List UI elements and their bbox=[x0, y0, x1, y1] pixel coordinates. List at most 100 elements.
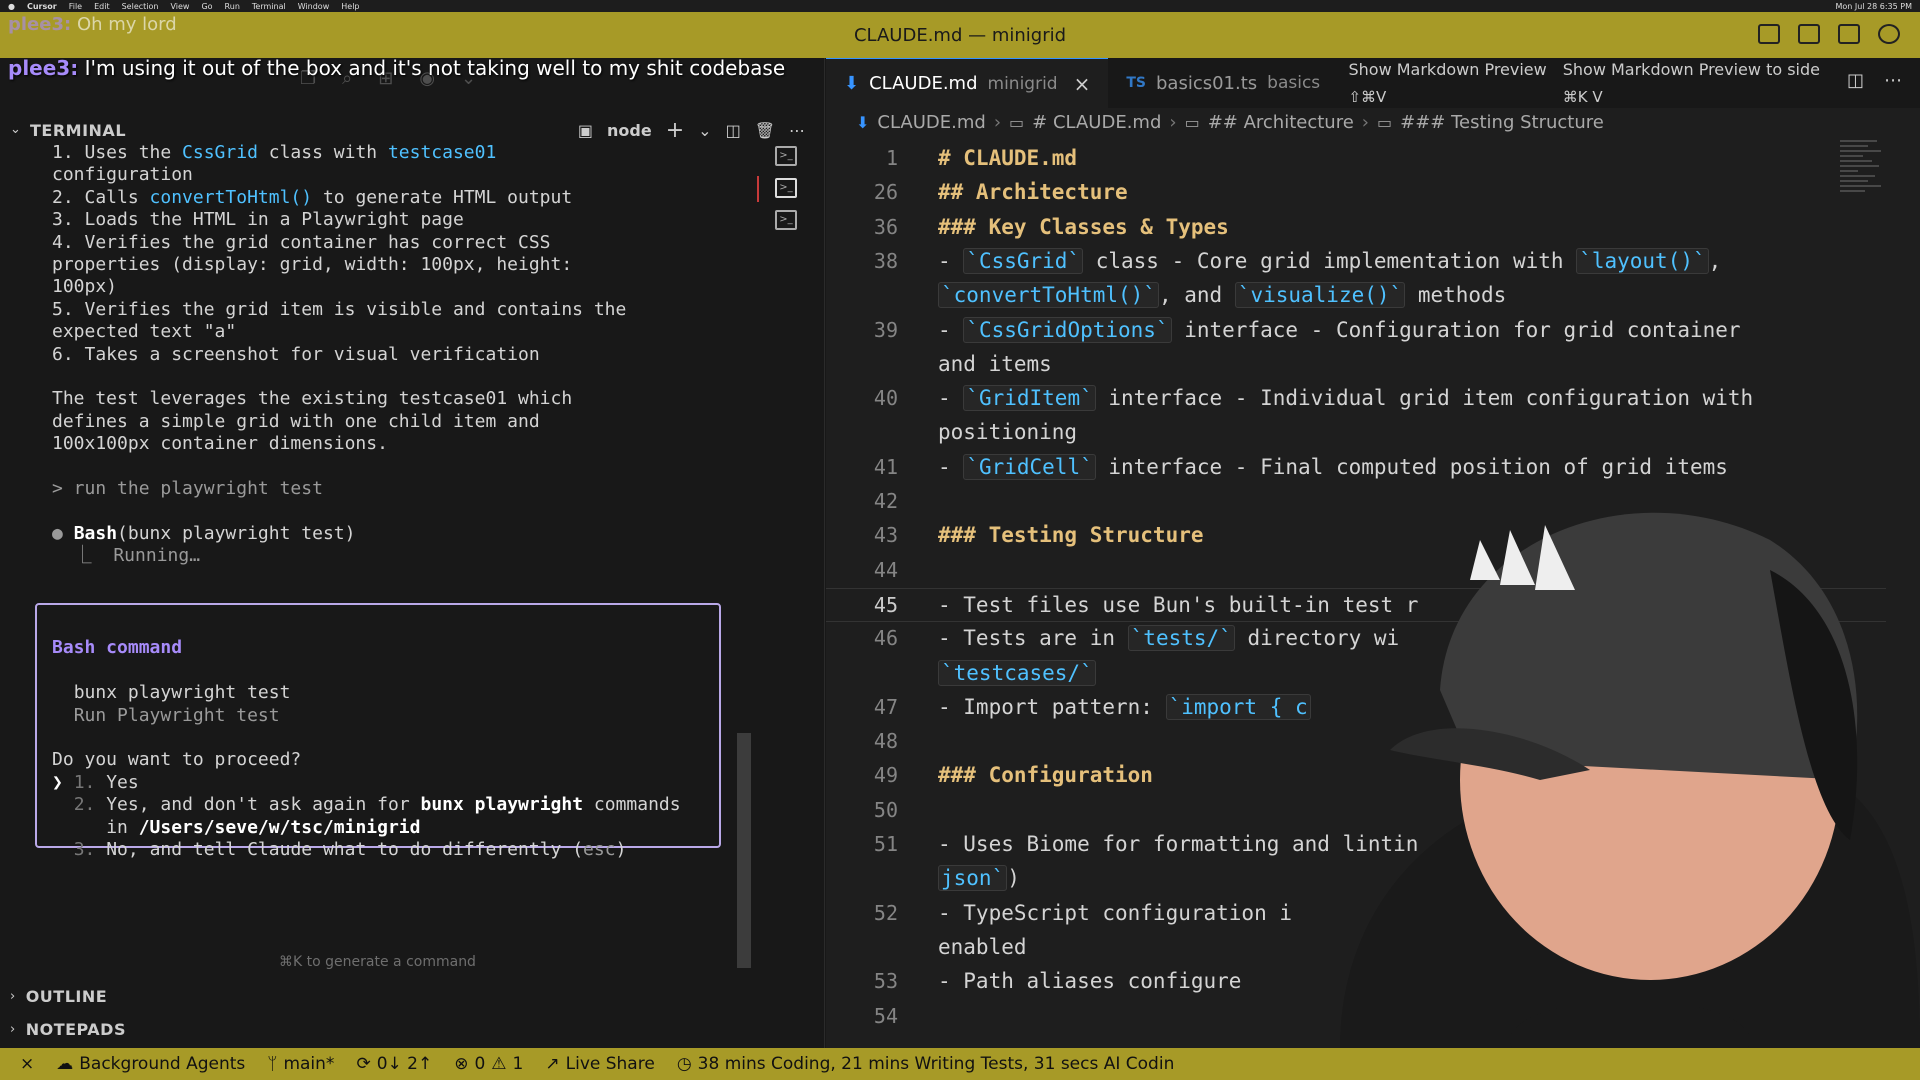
command-hint: ⌘K to generate a command bbox=[279, 954, 476, 970]
line-number: 48 bbox=[873, 729, 898, 754]
git-branch[interactable]: ᛘ main* bbox=[267, 1054, 334, 1074]
terminal-tab-icon[interactable]: >_ bbox=[775, 210, 797, 230]
breadcrumb-item[interactable]: ## Architecture bbox=[1208, 112, 1354, 133]
line-content: enabled bbox=[938, 934, 1027, 959]
menubar-item[interactable]: Window bbox=[298, 2, 330, 11]
new-terminal-icon[interactable]: + bbox=[666, 118, 684, 143]
window-title: CLAUDE.md — minigrid bbox=[853, 24, 1067, 46]
code-line[interactable]: 26 ## Architecture bbox=[826, 176, 1886, 210]
line-number: 1 bbox=[885, 146, 898, 170]
symbol-icon: ▭ bbox=[1009, 113, 1025, 132]
split-terminal-icon[interactable]: ◫ bbox=[726, 121, 741, 140]
line-content: ### Configuration bbox=[938, 763, 1153, 788]
tab-claude-md[interactable]: ⬇ CLAUDE.md minigrid × bbox=[826, 58, 1109, 108]
markdown-preview-tooltip: Show Markdown Preview ⇧⌘V Show Markdown … bbox=[1348, 60, 1820, 106]
menubar-item[interactable]: File bbox=[69, 2, 82, 11]
code-line[interactable]: 1 # CLAUDE.md bbox=[826, 142, 1886, 176]
chevron-down-icon[interactable]: ⌄ bbox=[698, 121, 711, 140]
more-icon[interactable]: ⋯ bbox=[789, 121, 805, 140]
line-number: 51 bbox=[873, 832, 898, 856]
menubar-clock[interactable]: Mon Jul 28 6:35 PM bbox=[1835, 2, 1912, 11]
terminal-sidebar: ❐ ⌕ ⊞ ◉ ⌄ ⌄ TERMINAL ▣ node + ⌄ ◫ 🗑 ⋯ 1.… bbox=[0, 58, 825, 1048]
chevron-down-icon[interactable]: ⌄ bbox=[10, 122, 21, 137]
branch-icon: ᛘ bbox=[267, 1054, 278, 1074]
code-line[interactable]: 38 - `CssGrid` class - Core grid implemen… bbox=[826, 245, 1886, 279]
menubar-app[interactable]: Cursor bbox=[27, 2, 57, 11]
code-line[interactable]: positioning bbox=[826, 416, 1886, 450]
terminal-line: defines a simple grid with one child ite… bbox=[52, 410, 540, 432]
status-bar: ⨯ ☁ Background Agents ᛘ main* ⟳ 0↓ 2↑ ⊗ 0 ⚠ 1 … bbox=[0, 1048, 1920, 1080]
problems-indicator[interactable]: ⊗ 0 ⚠ 1 bbox=[454, 1054, 523, 1074]
title-bar: CLAUDE.md — minigrid bbox=[0, 12, 1920, 58]
show-markdown-preview-side-button[interactable]: Show Markdown Preview to side ⌘K V bbox=[1563, 60, 1820, 106]
terminal-tab-icon[interactable]: >_ bbox=[775, 146, 797, 166]
git-sync[interactable]: ⟳ 0↓ 2↑ bbox=[356, 1054, 432, 1074]
terminal-label[interactable]: TERMINAL bbox=[30, 121, 126, 140]
terminal-tab-icon[interactable]: >_ bbox=[775, 178, 797, 198]
menubar-item[interactable]: Edit bbox=[94, 2, 110, 11]
line-number: 53 bbox=[873, 969, 898, 994]
chat-text: I'm using it out of the box and it's not… bbox=[84, 56, 786, 80]
option-yes-dont-ask[interactable]: 2. Yes, and don't ask again for bunx pla… bbox=[52, 794, 681, 837]
notepads-section[interactable]: › NOTEPADS bbox=[0, 1013, 825, 1045]
terminal-line: expected text "a" bbox=[52, 321, 237, 343]
menubar-item[interactable]: Selection bbox=[122, 2, 159, 11]
terminal-output[interactable]: 1. Uses the CssGrid class with testcase0… bbox=[52, 142, 752, 567]
breadcrumb-item[interactable]: CLAUDE.md bbox=[877, 112, 985, 133]
line-content: - `CssGrid` class - Core grid implementa… bbox=[938, 247, 1722, 274]
line-content: and items bbox=[938, 351, 1052, 376]
toggle-primary-sidebar-icon[interactable] bbox=[1758, 24, 1780, 44]
code-line[interactable]: 40 - `GridItem` interface - Individual gr… bbox=[826, 382, 1886, 416]
option-no[interactable]: 3. No, and tell Claude what to do differ… bbox=[52, 839, 627, 860]
terminal-shell-icon: ▣ bbox=[577, 120, 594, 140]
menubar-item[interactable]: Run bbox=[225, 2, 240, 11]
line-number: 38 bbox=[873, 248, 898, 273]
minimap[interactable] bbox=[1840, 140, 1886, 220]
line-content: `testcases/` bbox=[938, 659, 1096, 686]
code-line[interactable]: and items bbox=[826, 348, 1886, 382]
settings-gear-icon[interactable] bbox=[1878, 24, 1900, 44]
warning-icon: ⚠ bbox=[491, 1054, 507, 1074]
menubar-item[interactable]: View bbox=[170, 2, 189, 11]
tab-basics01-ts[interactable]: TS basics01.ts basics bbox=[1108, 58, 1338, 108]
chevron-right-icon: › bbox=[10, 1021, 16, 1037]
code-line[interactable]: 39 - `CssGridOptions` interface - Configu… bbox=[826, 314, 1886, 348]
line-content: ## Architecture bbox=[938, 180, 1128, 205]
split-editor-icon[interactable]: ◫ bbox=[1847, 70, 1864, 91]
line-number: 40 bbox=[873, 386, 898, 411]
tab-label: basics01.ts bbox=[1156, 72, 1258, 94]
code-line[interactable]: `convertToHtml()`, and `visualize()` met… bbox=[826, 279, 1886, 313]
line-content: # CLAUDE.md bbox=[938, 146, 1078, 170]
option-yes[interactable]: ❯ 1. Yes bbox=[52, 772, 139, 793]
line-number: 26 bbox=[873, 180, 898, 205]
terminal-line: properties (display: grid, width: 100px,… bbox=[52, 253, 573, 275]
menubar-item[interactable]: Terminal bbox=[252, 2, 286, 11]
breadcrumb-item[interactable]: ### Testing Structure bbox=[1400, 112, 1604, 133]
breadcrumb-item[interactable]: # CLAUDE.md bbox=[1032, 112, 1161, 133]
trash-icon[interactable]: 🗑 bbox=[755, 121, 775, 140]
line-number: 46 bbox=[873, 626, 898, 651]
show-markdown-preview-button[interactable]: Show Markdown Preview ⇧⌘V bbox=[1348, 60, 1546, 106]
line-number: 41 bbox=[873, 454, 898, 479]
menubar-item[interactable]: Go bbox=[201, 2, 212, 11]
markdown-file-icon: ⬇ bbox=[856, 113, 870, 132]
terminal-scrollbar[interactable] bbox=[737, 733, 751, 968]
tab-sublabel: basics bbox=[1267, 73, 1321, 93]
line-number: 42 bbox=[873, 489, 898, 513]
tab-label: CLAUDE.md bbox=[869, 73, 978, 94]
more-icon[interactable]: ⋯ bbox=[1884, 70, 1902, 91]
menubar-item[interactable]: Help bbox=[341, 2, 359, 11]
close-icon[interactable]: × bbox=[1074, 72, 1091, 96]
live-share-icon: ↗ bbox=[545, 1054, 560, 1074]
live-share[interactable]: ↗ Live Share bbox=[545, 1054, 654, 1074]
toggle-panel-icon[interactable] bbox=[1798, 24, 1820, 44]
outline-section[interactable]: › OUTLINE bbox=[0, 980, 825, 1012]
toggle-secondary-sidebar-icon[interactable] bbox=[1838, 24, 1860, 44]
terminal-shell-name[interactable]: node bbox=[607, 121, 652, 140]
code-line[interactable]: 36 ### Key Classes & Types bbox=[826, 211, 1886, 245]
coding-time[interactable]: ◷ 38 mins Coding, 21 mins Writing Tests, … bbox=[677, 1054, 1175, 1074]
mac-menubar: ● Cursor File Edit Selection View Go Run Termi… bbox=[0, 0, 1920, 12]
background-agents[interactable]: ☁ Background Agents bbox=[56, 1054, 245, 1074]
remote-indicator[interactable]: ⨯ bbox=[20, 1054, 34, 1074]
apple-icon[interactable]: ● bbox=[8, 2, 15, 11]
